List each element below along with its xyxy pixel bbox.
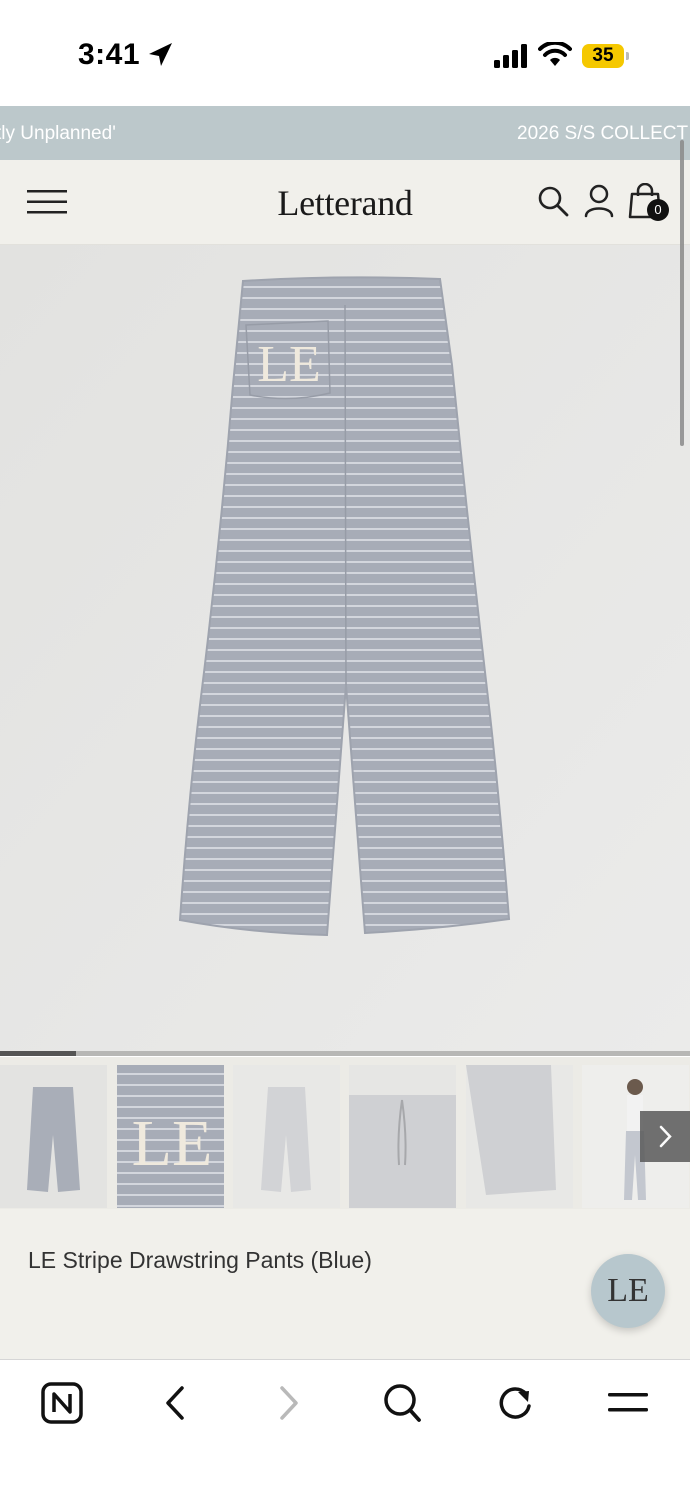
battery-icon: 35 bbox=[582, 44, 624, 68]
search-icon[interactable] bbox=[537, 185, 569, 217]
cart-count-badge: 0 bbox=[647, 199, 669, 221]
battery-tip bbox=[626, 52, 629, 60]
status-bar: 3:41 35 bbox=[0, 0, 690, 106]
back-icon[interactable] bbox=[160, 1382, 190, 1424]
user-icon[interactable] bbox=[583, 184, 615, 218]
banner-text-right: 2026 S/S COLLECT bbox=[517, 123, 689, 144]
product-main-image[interactable]: LE bbox=[0, 245, 690, 1053]
slide-progress-track bbox=[0, 1051, 690, 1056]
reload-icon[interactable] bbox=[495, 1382, 535, 1424]
thumbnail-1[interactable] bbox=[0, 1065, 107, 1208]
page-scrollbar[interactable] bbox=[680, 140, 684, 446]
naver-icon[interactable] bbox=[41, 1382, 83, 1424]
wifi-icon bbox=[538, 42, 572, 66]
thumbnail-next-button[interactable] bbox=[640, 1111, 690, 1162]
announcement-banner[interactable]: tly Unplanned' 2026 S/S COLLECT bbox=[0, 106, 690, 160]
thumbnail-2[interactable]: LE bbox=[117, 1065, 224, 1208]
thumbnail-strip: LE bbox=[0, 1057, 690, 1209]
product-name: LE Stripe Drawstring Pants (Blue) bbox=[28, 1247, 372, 1273]
location-arrow-icon bbox=[149, 43, 172, 66]
browser-toolbar bbox=[0, 1359, 690, 1501]
product-info: LE Stripe Drawstring Pants (Blue) LE bbox=[0, 1209, 690, 1359]
site-header: Letterand 0 bbox=[0, 160, 690, 245]
thumbnail-5[interactable] bbox=[466, 1065, 573, 1208]
search-icon[interactable] bbox=[382, 1382, 422, 1424]
chat-button[interactable]: LE bbox=[591, 1254, 665, 1328]
thumb-monogram: LE bbox=[132, 1107, 213, 1180]
chevron-right-icon bbox=[659, 1125, 672, 1148]
banner-text-left: tly Unplanned' bbox=[0, 123, 116, 144]
signal-icon bbox=[494, 44, 527, 68]
thumbnail-4[interactable] bbox=[349, 1065, 456, 1208]
forward-icon[interactable] bbox=[274, 1382, 304, 1424]
menu-icon[interactable] bbox=[608, 1382, 648, 1424]
slide-progress-fill bbox=[0, 1051, 76, 1056]
status-time: 3:41 bbox=[78, 38, 141, 71]
thumbnail-3[interactable] bbox=[233, 1065, 340, 1208]
pocket-monogram: LE bbox=[257, 336, 321, 393]
